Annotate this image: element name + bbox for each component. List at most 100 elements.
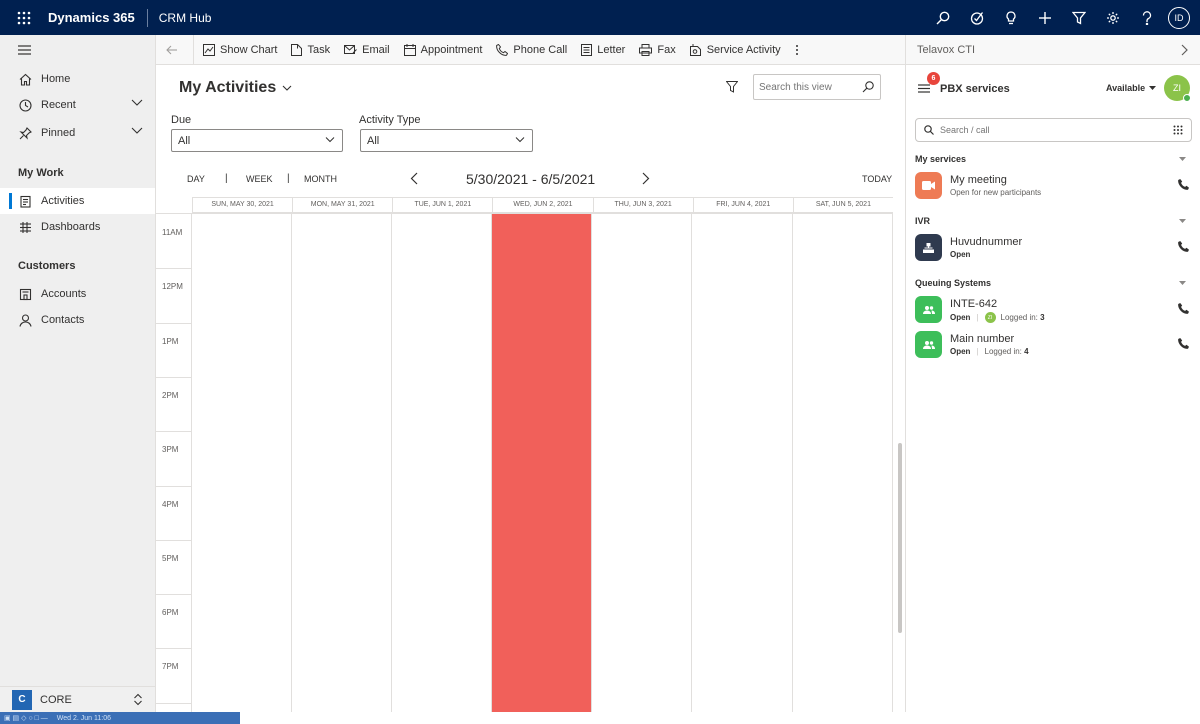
service-inte-642[interactable]: INTE-642 Open | ZI Logged in: 3 — [915, 296, 1192, 326]
search-view-box[interactable] — [753, 74, 881, 100]
time-slot-label: 3PM — [162, 445, 179, 455]
agent-avatar[interactable]: ZI — [1164, 75, 1191, 102]
nav-item-label: Dashboards — [41, 221, 101, 233]
presence-status-dropdown[interactable]: Available — [1106, 83, 1157, 93]
calendar-date-range: 5/30/2021 - 6/5/2021 — [466, 171, 596, 187]
app-launcher-icon[interactable] — [0, 0, 48, 35]
calendar-day-column-today[interactable] — [492, 214, 593, 713]
time-slot-label: 5PM — [162, 553, 179, 563]
new-fax-button[interactable]: Fax — [632, 35, 682, 65]
left-navigation: Home Recent Pinned My Work Activities Da… — [0, 35, 156, 712]
chevron-right-icon[interactable] — [1181, 44, 1188, 56]
calendar-day-column[interactable] — [592, 214, 693, 713]
task-flow-icon[interactable] — [960, 0, 994, 35]
call-phone-icon[interactable] — [1178, 241, 1189, 252]
dashboard-icon — [18, 220, 32, 234]
calendar-day-header[interactable]: TUE, JUN 1, 2021 — [392, 198, 492, 212]
calendar-day-header[interactable]: THU, JUN 3, 2021 — [592, 198, 693, 212]
lightbulb-icon[interactable] — [994, 0, 1028, 35]
area-switcher[interactable]: C CORE — [0, 686, 155, 712]
call-phone-icon[interactable] — [1178, 303, 1189, 314]
time-divider — [156, 485, 192, 487]
new-service-activity-button[interactable]: Service Activity — [683, 35, 788, 65]
pbx-menu-icon[interactable] — [918, 84, 930, 93]
chevron-down-icon[interactable] — [131, 127, 143, 135]
service-activity-label: Service Activity — [706, 43, 781, 56]
collapse-caret-icon[interactable] — [1179, 157, 1186, 161]
show-chart-button[interactable]: Show Chart — [196, 35, 284, 65]
cti-search-box[interactable] — [915, 118, 1192, 142]
chevron-down-icon — [282, 85, 292, 91]
vertical-scrollbar[interactable] — [898, 443, 902, 633]
plus-icon[interactable] — [1028, 0, 1062, 35]
help-icon[interactable] — [1130, 0, 1164, 35]
chart-icon — [203, 43, 215, 56]
nav-item-pinned[interactable]: Pinned — [0, 120, 155, 146]
user-avatar[interactable]: ID — [1168, 6, 1190, 29]
new-task-button[interactable]: Task — [284, 35, 337, 65]
calendar-mode-day[interactable]: DAY — [187, 174, 205, 184]
filter-icon[interactable] — [726, 81, 738, 93]
service-main-number[interactable]: Main number Open | Logged in: 4 — [915, 331, 1192, 361]
chevron-down-icon[interactable] — [131, 99, 143, 107]
nav-item-recent[interactable]: Recent — [0, 92, 155, 118]
calendar-day-column[interactable] — [192, 214, 293, 713]
cti-search-input[interactable] — [940, 125, 1160, 135]
back-button[interactable] — [156, 34, 194, 65]
call-phone-icon[interactable] — [1178, 338, 1189, 349]
filter-icon[interactable] — [1062, 0, 1096, 35]
more-commands-icon[interactable] — [788, 35, 811, 65]
calendar-day-header[interactable]: WED, JUN 2, 2021 — [492, 198, 592, 212]
show-chart-label: Show Chart — [220, 43, 278, 56]
chevron-up-down-icon[interactable] — [133, 693, 143, 706]
collapse-caret-icon[interactable] — [1179, 281, 1186, 285]
app-name[interactable]: CRM Hub — [159, 11, 212, 25]
service-status: Open — [950, 347, 971, 356]
nav-item-home[interactable]: Home — [0, 66, 155, 92]
calendar-mode-month[interactable]: MONTH — [304, 174, 337, 184]
pbx-title: PBX services — [940, 83, 1010, 95]
new-email-button[interactable]: Email — [337, 35, 397, 65]
service-my-meeting[interactable]: My meeting Open for new participants — [915, 172, 1192, 202]
service-huvudnummer[interactable]: Huvudnummer Open — [915, 234, 1192, 264]
search-input[interactable] — [759, 81, 855, 93]
nav-item-dashboards[interactable]: Dashboards — [0, 214, 155, 240]
nav-item-label: Recent — [41, 99, 76, 111]
settings-gear-icon[interactable] — [1096, 0, 1130, 35]
previous-week-icon[interactable] — [410, 172, 418, 185]
activity-type-filter-select[interactable]: All — [360, 129, 533, 152]
calendar-day-header[interactable]: MON, MAY 31, 2021 — [292, 198, 392, 212]
new-letter-button[interactable]: Letter — [574, 35, 632, 65]
ivr-tree-icon — [915, 234, 942, 261]
search-icon[interactable] — [926, 0, 960, 35]
brand-name[interactable]: Dynamics 365 — [48, 10, 147, 25]
calendar-day-column[interactable] — [292, 214, 393, 713]
new-appointment-button[interactable]: Appointment — [397, 35, 490, 65]
calendar-day-header[interactable]: FRI, JUN 4, 2021 — [692, 198, 793, 212]
calendar-day-header[interactable]: SAT, JUN 5, 2021 — [792, 198, 893, 212]
new-phone-call-button[interactable]: Phone Call — [489, 35, 574, 65]
calendar-day-header[interactable]: SUN, MAY 30, 2021 — [192, 198, 292, 212]
calendar-day-column[interactable] — [793, 214, 893, 713]
collapse-caret-icon[interactable] — [1179, 219, 1186, 223]
view-selector[interactable]: My Activities — [179, 79, 292, 97]
calendar-mode-week[interactable]: WEEK — [246, 174, 273, 184]
hamburger-menu-icon[interactable] — [0, 35, 155, 65]
section-queuing-systems: Queuing Systems — [915, 278, 992, 288]
dialpad-icon[interactable] — [1173, 125, 1183, 136]
next-week-icon[interactable] — [642, 172, 650, 185]
calendar-day-column[interactable] — [392, 214, 493, 713]
taskbar-clock: Wed 2. Jun 11:06 — [56, 714, 112, 722]
due-filter-select[interactable]: All — [171, 129, 343, 152]
calendar-navigation: DAY | WEEK | MONTH 5/30/2021 - 6/5/2021 … — [156, 169, 905, 191]
calendar-day-column[interactable] — [693, 214, 793, 713]
today-button[interactable]: TODAY — [862, 174, 892, 184]
nav-item-contacts[interactable]: Contacts — [0, 307, 155, 333]
nav-item-accounts[interactable]: Accounts — [0, 281, 155, 307]
search-icon[interactable] — [862, 81, 874, 93]
call-phone-icon[interactable] — [1178, 179, 1189, 190]
video-icon — [915, 172, 942, 199]
calendar-grid[interactable]: 11AM 12PM 1PM 2PM 3PM 4PM 5PM 6PM 7PM — [156, 213, 893, 713]
nav-item-activities[interactable]: Activities — [0, 188, 155, 214]
cti-panel-title: Telavox CTI — [917, 43, 976, 56]
